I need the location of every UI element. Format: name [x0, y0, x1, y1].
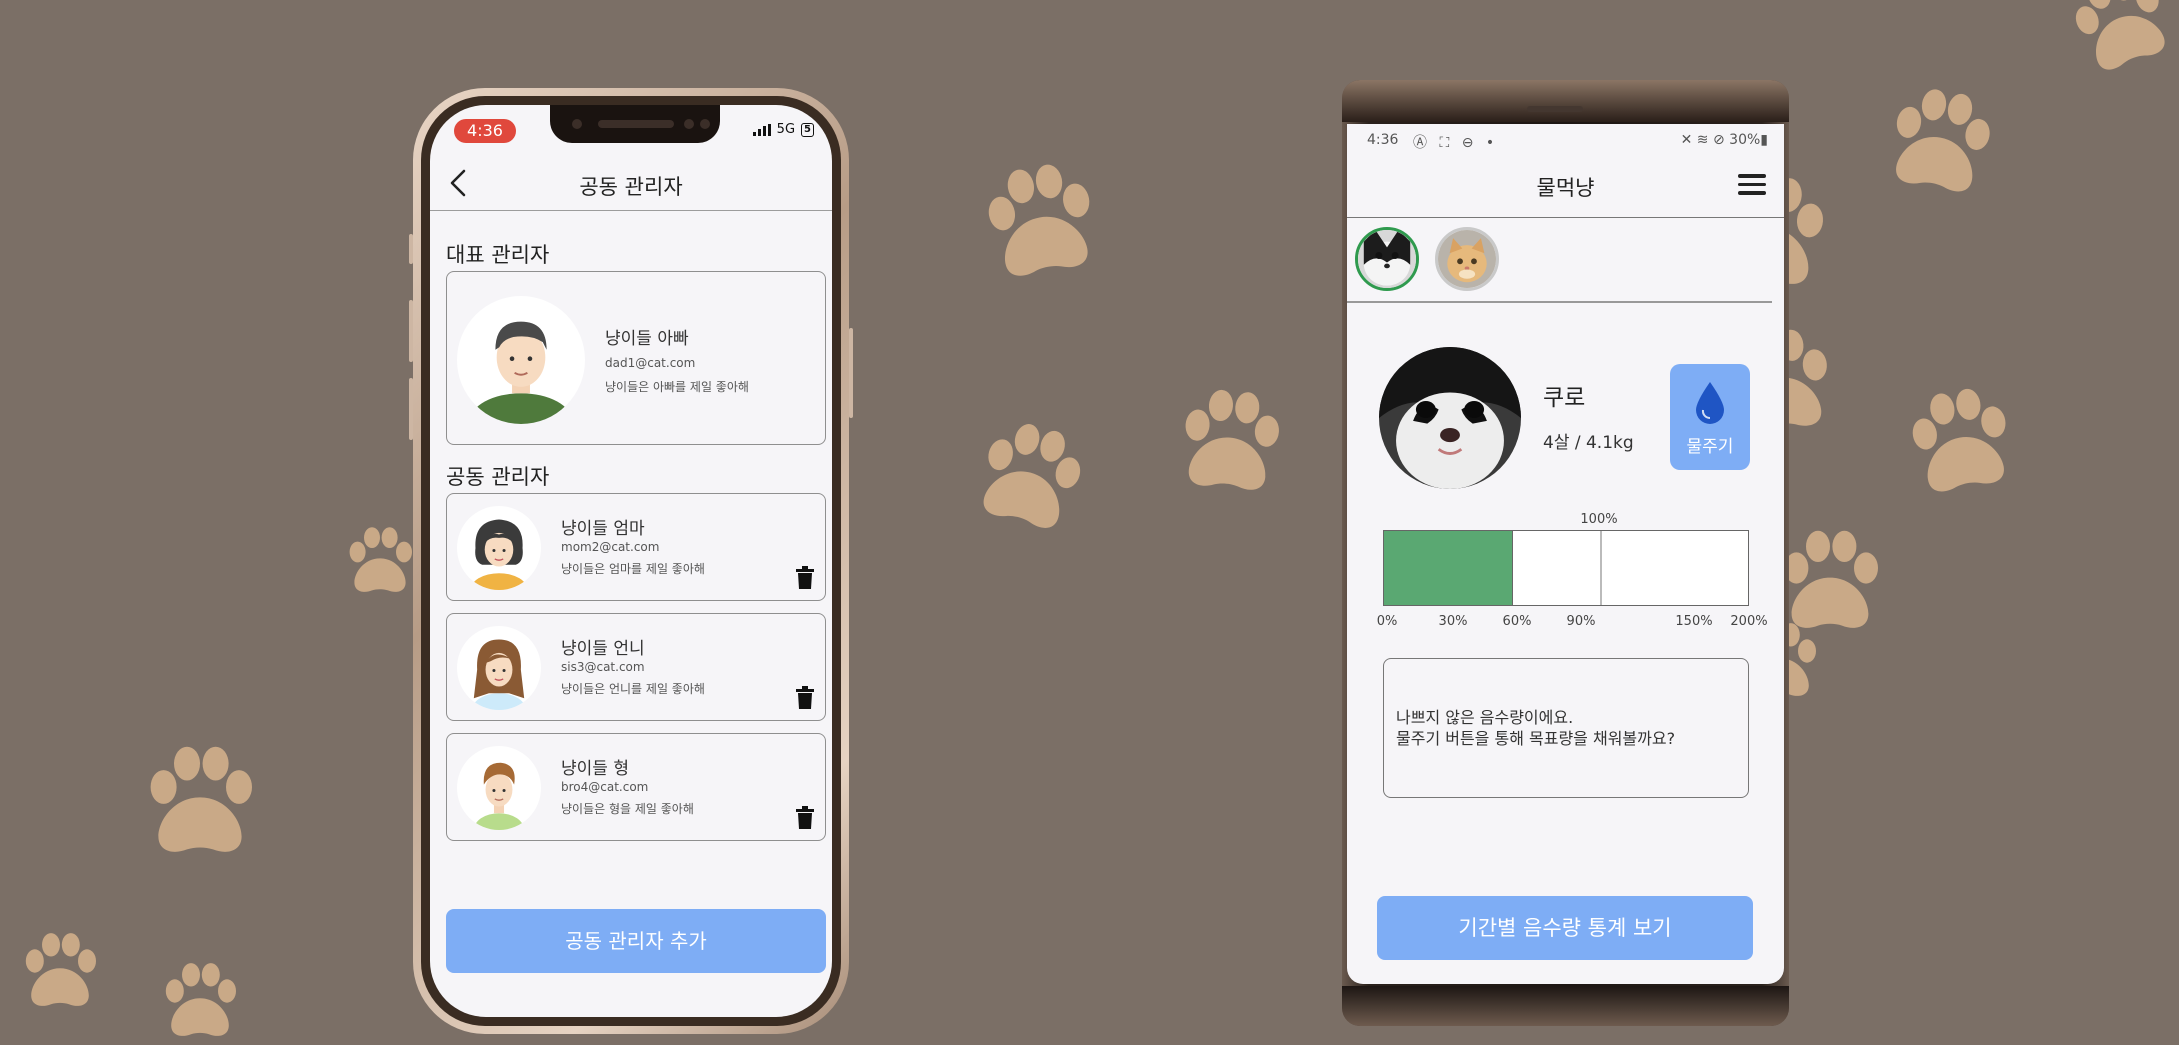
side-button: [409, 300, 413, 362]
gauge-bar: [1383, 530, 1749, 606]
co-manager-card[interactable]: 냥이들 형 bro4@cat.com 냥이들은 형을 제일 좋아해: [446, 733, 826, 841]
signal-icon: [752, 123, 771, 136]
app-title: 물먹냥: [1536, 176, 1595, 200]
manager-email: mom2@cat.com: [561, 540, 660, 554]
cat-thumbnail-icon: [1438, 230, 1496, 288]
paw-print-icon: [15, 925, 105, 1015]
cat-name: 쿠로: [1543, 385, 1586, 411]
water-intake-screen: 4:36 Ⓐ ⛶ ⊖ • ✕ ≋ ⊘ 30%▮ 물먹냥 쿠로 4살 / 4.1k…: [1347, 124, 1784, 984]
manager-email: dad1@cat.com: [605, 356, 696, 370]
side-button: [409, 234, 413, 264]
manager-message: 냥이들은 아빠를 제일 좋아해: [605, 380, 749, 394]
girl-avatar: [457, 626, 541, 710]
cat-tab-kuro[interactable]: [1355, 227, 1419, 291]
paw-print-icon: [135, 735, 265, 865]
co-manager-card[interactable]: 냥이들 엄마 mom2@cat.com 냥이들은 엄마를 제일 좋아해: [446, 493, 826, 601]
intake-message-line: 물주기 버튼을 통해 목표량을 채워볼까요?: [1396, 729, 1676, 748]
period-stats-button[interactable]: 기간별 음수량 통계 보기: [1377, 896, 1753, 960]
status-notification-icons: Ⓐ ⛶ ⊖ •: [1413, 135, 1499, 151]
app-header: 물먹냥: [1347, 154, 1784, 218]
manager-message: 냥이들은 형을 제일 좋아해: [561, 802, 694, 816]
intake-message-line: 나쁘지 않은 음수량이에요.: [1396, 708, 1574, 727]
paw-print-icon: [1890, 370, 2029, 509]
cat-thumbnail-icon: [1358, 230, 1416, 288]
manager-email: sis3@cat.com: [561, 660, 645, 674]
gauge-tick-label: 200%: [1730, 614, 1768, 629]
water-drop-icon: [1696, 382, 1724, 424]
paw-print-icon: [1870, 70, 2009, 209]
status-bar: 4:36 5G 5: [430, 105, 832, 155]
paw-print-icon: [2050, 0, 2179, 90]
paw-print-icon: [340, 520, 420, 600]
gauge-tick-label: 150%: [1675, 614, 1713, 629]
network-label: 5G: [776, 122, 796, 137]
side-button: [409, 378, 413, 440]
boy-avatar: [457, 746, 541, 830]
gauge-tick-label: 30%: [1438, 614, 1468, 629]
water-button-label: 물주기: [1686, 437, 1734, 457]
nav-bar: 공동 관리자: [430, 155, 832, 211]
status-icons: 5G 5: [752, 122, 814, 137]
status-system-icons: ✕ ≋ ⊘ 30%▮: [1680, 132, 1768, 148]
battery-icon: 5: [801, 122, 814, 137]
manager-name: 냥이들 언니: [561, 639, 645, 659]
manager-message: 냥이들은 엄마를 제일 좋아해: [561, 562, 705, 576]
trash-icon[interactable]: [795, 686, 815, 710]
manager-name: 냥이들 아빠: [605, 329, 689, 349]
trash-icon[interactable]: [795, 566, 815, 590]
intake-message-box: 나쁘지 않은 음수량이에요. 물주기 버튼을 통해 목표량을 채워볼까요?: [1383, 658, 1749, 798]
gauge-target-marker: [1600, 531, 1602, 605]
manager-message: 냥이들은 언니를 제일 좋아해: [561, 682, 705, 696]
main-manager-card[interactable]: 냥이들 아빠 dad1@cat.com 냥이들은 아빠를 제일 좋아해: [446, 271, 826, 445]
android-device: 4:36 Ⓐ ⛶ ⊖ • ✕ ≋ ⊘ 30%▮ 물먹냥 쿠로 4살 / 4.1k…: [1342, 80, 1789, 1026]
paw-print-icon: [1165, 375, 1295, 505]
device-top-bezel: [1342, 80, 1789, 122]
gauge-fill: [1384, 531, 1514, 605]
water-button[interactable]: 물주기: [1670, 364, 1750, 470]
woman-avatar: [457, 506, 541, 590]
gauge-tick-label: 90%: [1566, 614, 1596, 629]
status-time: 4:36: [1367, 132, 1399, 148]
trash-icon[interactable]: [795, 806, 815, 830]
cat-age-weight: 4살 / 4.1kg: [1543, 433, 1634, 453]
cat-photo: [1379, 347, 1521, 489]
device-bottom-bezel: [1342, 986, 1789, 1026]
manager-email: bro4@cat.com: [561, 780, 649, 794]
co-manager-screen: 4:36 5G 5 공동 관리자 대표 관리자 냥이들 아빠 dad1@cat.…: [430, 105, 832, 1017]
page-title: 공동 관리자: [579, 175, 683, 199]
gauge-tick-label: 60%: [1502, 614, 1532, 629]
paw-print-icon: [957, 402, 1104, 549]
tabs-divider: [1347, 301, 1772, 303]
notch: [550, 105, 720, 143]
gauge-tick-label: 0%: [1376, 614, 1398, 629]
status-time: 4:36: [454, 119, 516, 143]
hamburger-menu-icon[interactable]: [1738, 174, 1766, 196]
side-button: [849, 328, 853, 418]
man-avatar: [457, 296, 585, 424]
paw-print-icon: [965, 145, 1116, 296]
gauge-target-label: 100%: [1580, 512, 1618, 527]
cat-tab-second[interactable]: [1435, 227, 1499, 291]
manager-name: 냥이들 형: [561, 759, 629, 779]
iphone-device: 4:36 5G 5 공동 관리자 대표 관리자 냥이들 아빠 dad1@cat.…: [409, 88, 853, 1034]
add-co-manager-button[interactable]: 공동 관리자 추가: [446, 909, 826, 973]
intake-gauge: 100% 0% 30% 60% 90% 150% 200%: [1377, 512, 1768, 632]
co-manager-label: 공동 관리자: [446, 465, 550, 489]
paw-print-icon: [155, 955, 245, 1045]
main-manager-label: 대표 관리자: [446, 243, 550, 267]
manager-name: 냥이들 엄마: [561, 519, 645, 539]
co-manager-card[interactable]: 냥이들 언니 sis3@cat.com 냥이들은 언니를 제일 좋아해: [446, 613, 826, 721]
status-bar: 4:36 Ⓐ ⛶ ⊖ • ✕ ≋ ⊘ 30%▮: [1347, 124, 1784, 154]
